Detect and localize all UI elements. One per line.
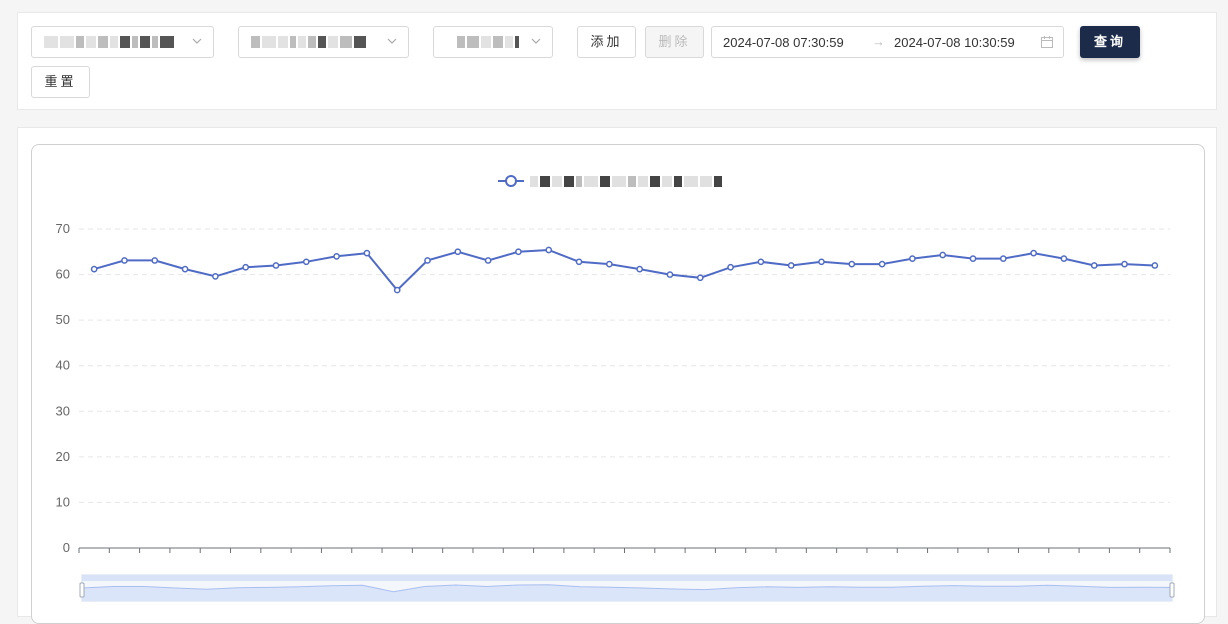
data-point[interactable] xyxy=(1060,255,1068,262)
data-zoom-left-handle[interactable] xyxy=(79,582,85,598)
data-point[interactable] xyxy=(969,255,977,262)
date-range-picker[interactable]: 2024-07-08 07:30:59 → 2024-07-08 10:30:5… xyxy=(711,26,1064,58)
data-point[interactable] xyxy=(636,265,644,273)
chart-panel: 0 10 20 30 40 50 60 70 xyxy=(17,127,1217,624)
data-point[interactable] xyxy=(727,263,734,271)
data-point[interactable] xyxy=(151,257,159,264)
y-tick-label: 20 xyxy=(56,449,70,464)
data-point[interactable] xyxy=(1151,262,1159,269)
chart-card: 0 10 20 30 40 50 60 70 xyxy=(31,144,1205,624)
data-point[interactable] xyxy=(181,265,189,273)
data-point[interactable] xyxy=(818,258,825,266)
date-range-start[interactable]: 2024-07-08 07:30:59 xyxy=(723,35,844,50)
y-tick-label: 30 xyxy=(56,403,70,418)
y-tick-label: 0 xyxy=(63,540,70,555)
data-point[interactable] xyxy=(848,260,856,268)
calendar-icon xyxy=(1041,36,1053,51)
data-point[interactable] xyxy=(363,249,371,257)
data-point[interactable] xyxy=(666,271,674,278)
query-button[interactable]: 查询 xyxy=(1080,26,1140,58)
delete-button[interactable]: 删除 xyxy=(645,26,704,58)
add-button[interactable]: 添加 xyxy=(577,26,636,58)
date-range-end[interactable]: 2024-07-08 10:30:59 xyxy=(894,35,1015,50)
data-zoom-right-handle[interactable] xyxy=(1169,582,1175,598)
data-point[interactable] xyxy=(545,246,553,254)
filter-toolbar: 添加 删除 2024-07-08 07:30:59 → 2024-07-08 1… xyxy=(17,12,1217,110)
data-point[interactable] xyxy=(272,262,280,269)
data-point[interactable] xyxy=(757,258,765,266)
data-point[interactable] xyxy=(393,286,401,294)
arrow-right-icon: → xyxy=(872,34,885,49)
data-point[interactable] xyxy=(999,255,1007,262)
redacted-value xyxy=(44,36,174,48)
data-point[interactable] xyxy=(1030,249,1037,257)
chevron-down-icon xyxy=(530,35,542,47)
data-point[interactable] xyxy=(121,257,128,264)
y-tick-label: 40 xyxy=(56,358,70,373)
data-point[interactable] xyxy=(605,260,613,268)
redacted-value xyxy=(457,36,519,48)
y-tick-label: 10 xyxy=(56,494,70,509)
data-point[interactable] xyxy=(696,274,704,282)
data-point[interactable] xyxy=(212,273,219,280)
chevron-down-icon xyxy=(191,35,203,47)
data-point[interactable] xyxy=(878,260,886,268)
data-point[interactable] xyxy=(1121,260,1128,268)
data-point[interactable] xyxy=(515,248,522,256)
redacted-value xyxy=(251,36,366,48)
chevron-down-icon xyxy=(386,35,398,47)
y-tick-label: 70 xyxy=(56,221,70,236)
data-point[interactable] xyxy=(1090,262,1098,269)
filter-select-2[interactable] xyxy=(238,26,409,58)
filter-select-3[interactable] xyxy=(433,26,553,58)
y-tick-label: 50 xyxy=(56,312,70,327)
series-line xyxy=(93,248,1155,292)
data-zoom-handle-bar[interactable] xyxy=(82,575,1172,581)
data-point[interactable] xyxy=(302,258,310,266)
data-point[interactable] xyxy=(242,263,250,271)
filter-select-1[interactable] xyxy=(31,26,214,58)
data-point[interactable] xyxy=(939,251,947,259)
data-point[interactable] xyxy=(424,257,431,264)
data-point[interactable] xyxy=(333,252,340,260)
reset-button[interactable]: 重置 xyxy=(31,66,90,98)
data-point[interactable] xyxy=(787,262,795,269)
data-point[interactable] xyxy=(575,258,583,266)
y-tick-label: 60 xyxy=(56,267,70,282)
data-point[interactable] xyxy=(454,248,462,256)
data-point[interactable] xyxy=(484,257,492,264)
data-point[interactable] xyxy=(90,265,98,273)
data-point[interactable] xyxy=(909,255,916,262)
line-chart[interactable]: 0 10 20 30 40 50 60 70 xyxy=(32,145,1204,615)
